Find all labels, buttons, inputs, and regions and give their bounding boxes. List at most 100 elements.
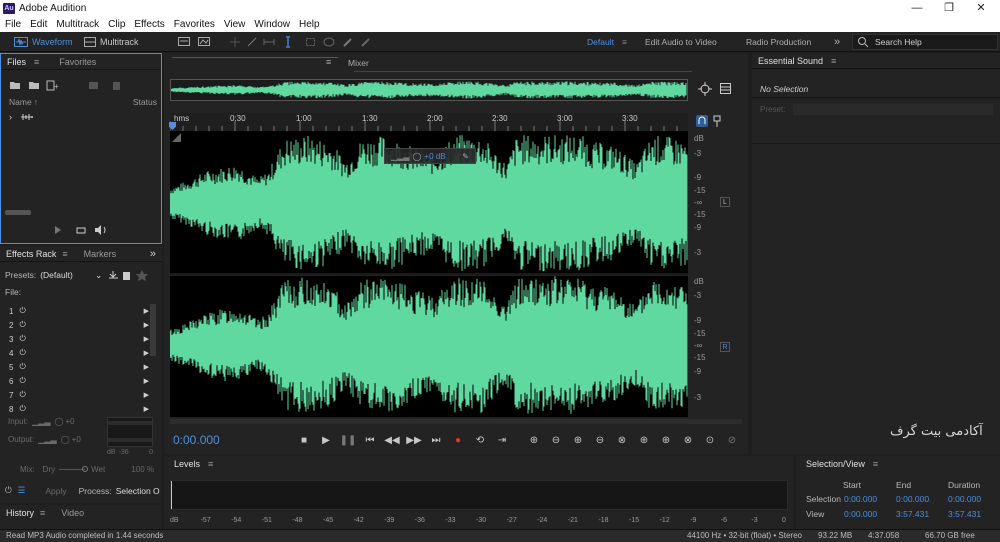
snap-icon[interactable] xyxy=(696,115,708,127)
menu-favorites[interactable]: Favorites xyxy=(174,17,215,32)
waveform-view-button[interactable]: Waveform xyxy=(14,35,73,49)
effects-scrollbar[interactable] xyxy=(150,304,156,356)
effect-slot[interactable]: 3 ⏻ ▶ xyxy=(9,332,149,346)
favorite-star-icon[interactable] xyxy=(136,270,149,281)
effect-slot[interactable]: 1 ⏻ ▶ xyxy=(9,304,149,318)
hud-pin-icon[interactable]: ✎ xyxy=(462,152,469,161)
selview-menu-icon[interactable]: ≡ xyxy=(873,456,878,472)
view-duration[interactable]: 3:57.431 xyxy=(948,509,981,519)
tab-files[interactable]: Files xyxy=(7,54,26,70)
pause-button[interactable]: ❚❚ xyxy=(338,434,358,448)
slot-chevron-right-icon[interactable]: ▶ xyxy=(144,363,149,371)
tab-markers[interactable]: Markers xyxy=(84,246,117,262)
menu-effects[interactable]: Effects xyxy=(134,17,164,32)
channel-right-toggle[interactable]: R xyxy=(720,342,730,352)
input-db-value[interactable]: +0 xyxy=(65,417,74,426)
slot-chevron-right-icon[interactable]: ▶ xyxy=(144,307,149,315)
tab-favorites[interactable]: Favorites xyxy=(59,54,96,70)
zoom-reset-icon[interactable]: ⊘ xyxy=(722,434,742,448)
multitrack-view-button[interactable]: Multitrack xyxy=(84,35,139,49)
more-workspaces-icon[interactable]: » xyxy=(834,35,840,49)
razor-tool-icon[interactable] xyxy=(247,37,257,47)
zoom-in-at-start-icon[interactable]: ⊕ xyxy=(634,434,654,448)
workspace-default[interactable]: Default xyxy=(587,35,614,49)
files-scrollbar[interactable] xyxy=(5,210,31,215)
zoom-out-full-icon[interactable]: ⊗ xyxy=(612,434,632,448)
play-preview-icon[interactable] xyxy=(55,226,61,234)
loop-playback-button[interactable]: ⟲ xyxy=(470,434,490,448)
timeline-ruler[interactable]: hms 0:30 1:00 1:30 2:00 2:30 3:00 3:30 xyxy=(169,113,688,131)
effects-more-icon[interactable]: » xyxy=(150,246,156,262)
effect-slot[interactable]: 6 ⏻ ▶ xyxy=(9,374,149,388)
menu-edit[interactable]: Edit xyxy=(30,17,47,32)
slot-chevron-right-icon[interactable]: ▶ xyxy=(144,391,149,399)
close-button[interactable]: ✕ xyxy=(966,0,996,17)
auto-play-icon[interactable] xyxy=(95,225,106,235)
slot-chevron-right-icon[interactable]: ▶ xyxy=(144,377,149,385)
rack-power-icon[interactable]: ⏻ xyxy=(5,485,12,496)
zoom-selected-channels-icon[interactable]: ⊙ xyxy=(700,434,720,448)
delete-preset-icon[interactable] xyxy=(123,272,131,280)
input-knob-icon[interactable]: ◯ xyxy=(54,417,63,426)
mix-value[interactable]: 100 % xyxy=(131,465,154,474)
menu-view[interactable]: View xyxy=(224,17,246,32)
import-file-icon[interactable] xyxy=(29,82,39,89)
power-icon[interactable]: ⏻ xyxy=(19,404,25,414)
effect-slot[interactable]: 8 ⏻ ▶ xyxy=(9,402,149,416)
delete-file-icon[interactable] xyxy=(113,82,120,90)
power-icon[interactable]: ⏻ xyxy=(19,390,25,400)
marquee-tool-icon[interactable] xyxy=(306,38,315,46)
file-row[interactable]: › xyxy=(9,112,159,122)
play-button[interactable]: ▶ xyxy=(316,434,336,448)
tab-effects-rack[interactable]: Effects Rack xyxy=(6,246,56,262)
menu-help[interactable]: Help xyxy=(299,17,320,32)
channel-left-toggle[interactable]: L xyxy=(720,197,730,207)
power-icon[interactable]: ⏻ xyxy=(19,320,25,330)
workspace-radio-production[interactable]: Radio Production xyxy=(746,35,811,49)
mix-slider[interactable] xyxy=(59,466,89,472)
view-start[interactable]: 0:00.000 xyxy=(844,509,877,519)
horizontal-scrollbar[interactable] xyxy=(170,419,742,424)
selection-duration[interactable]: 0:00.000 xyxy=(948,494,981,504)
output-knob-icon[interactable]: ◯ xyxy=(61,435,70,444)
effect-slot[interactable]: 2 ⏻ ▶ xyxy=(9,318,149,332)
rack-list-icon[interactable]: ☰ xyxy=(18,485,26,496)
effect-slot[interactable]: 5 ⏻ ▶ xyxy=(9,360,149,374)
move-tool-icon[interactable] xyxy=(230,37,240,47)
tab-history[interactable]: History xyxy=(6,505,34,521)
power-icon[interactable]: ⏻ xyxy=(19,362,25,372)
output-db-value[interactable]: +0 xyxy=(72,435,81,444)
move-to-next-button[interactable]: ⏭ xyxy=(426,434,446,448)
minimize-button[interactable]: — xyxy=(902,0,932,17)
selection-start[interactable]: 0:00.000 xyxy=(844,494,877,504)
stop-button[interactable]: ■ xyxy=(294,434,314,448)
workspace-menu-icon[interactable]: ≡ xyxy=(622,35,627,49)
search-help-field[interactable]: Search Help xyxy=(852,34,998,50)
tab-mixer[interactable]: Mixer xyxy=(348,58,369,68)
hud-gain-value[interactable]: +0 dB xyxy=(424,152,445,161)
menu-file[interactable]: File xyxy=(5,17,21,32)
effect-slot[interactable]: 4 ⏻ ▶ xyxy=(9,346,149,360)
waveform-display[interactable]: ▁▂▃ ◯ +0 dB ✎ xyxy=(169,131,688,417)
essential-sound-menu-icon[interactable]: ≡ xyxy=(831,53,836,69)
selection-end[interactable]: 0:00.000 xyxy=(896,494,929,504)
hud-gain-control[interactable]: ▁▂▃ ◯ +0 dB ✎ xyxy=(384,148,476,164)
zoom-out-amplitude-icon[interactable]: ⊖ xyxy=(546,434,566,448)
menu-window[interactable]: Window xyxy=(254,17,290,32)
slot-chevron-right-icon[interactable]: ▶ xyxy=(144,335,149,343)
process-dropdown[interactable]: Selection O xyxy=(116,486,160,496)
spectral-pitch-icon[interactable] xyxy=(198,37,210,46)
column-status[interactable]: Status xyxy=(133,97,157,107)
spectral-display-icon[interactable] xyxy=(178,37,190,46)
apply-button[interactable]: Apply xyxy=(39,486,72,496)
maximize-button[interactable]: ❐ xyxy=(934,0,964,17)
effects-panel-menu-icon[interactable]: ≡ xyxy=(62,246,67,262)
new-file-icon[interactable]: + xyxy=(46,80,59,91)
editor-menu-icon[interactable]: ≡ xyxy=(326,57,331,67)
power-icon[interactable]: ⏻ xyxy=(19,334,25,344)
skip-selection-button[interactable]: ⇥ xyxy=(492,434,512,448)
rewind-button[interactable]: ◀◀ xyxy=(382,434,402,448)
spot-healing-icon[interactable] xyxy=(361,38,370,47)
expand-chevron-icon[interactable]: › xyxy=(9,112,12,122)
overview-navigator[interactable] xyxy=(170,79,688,101)
